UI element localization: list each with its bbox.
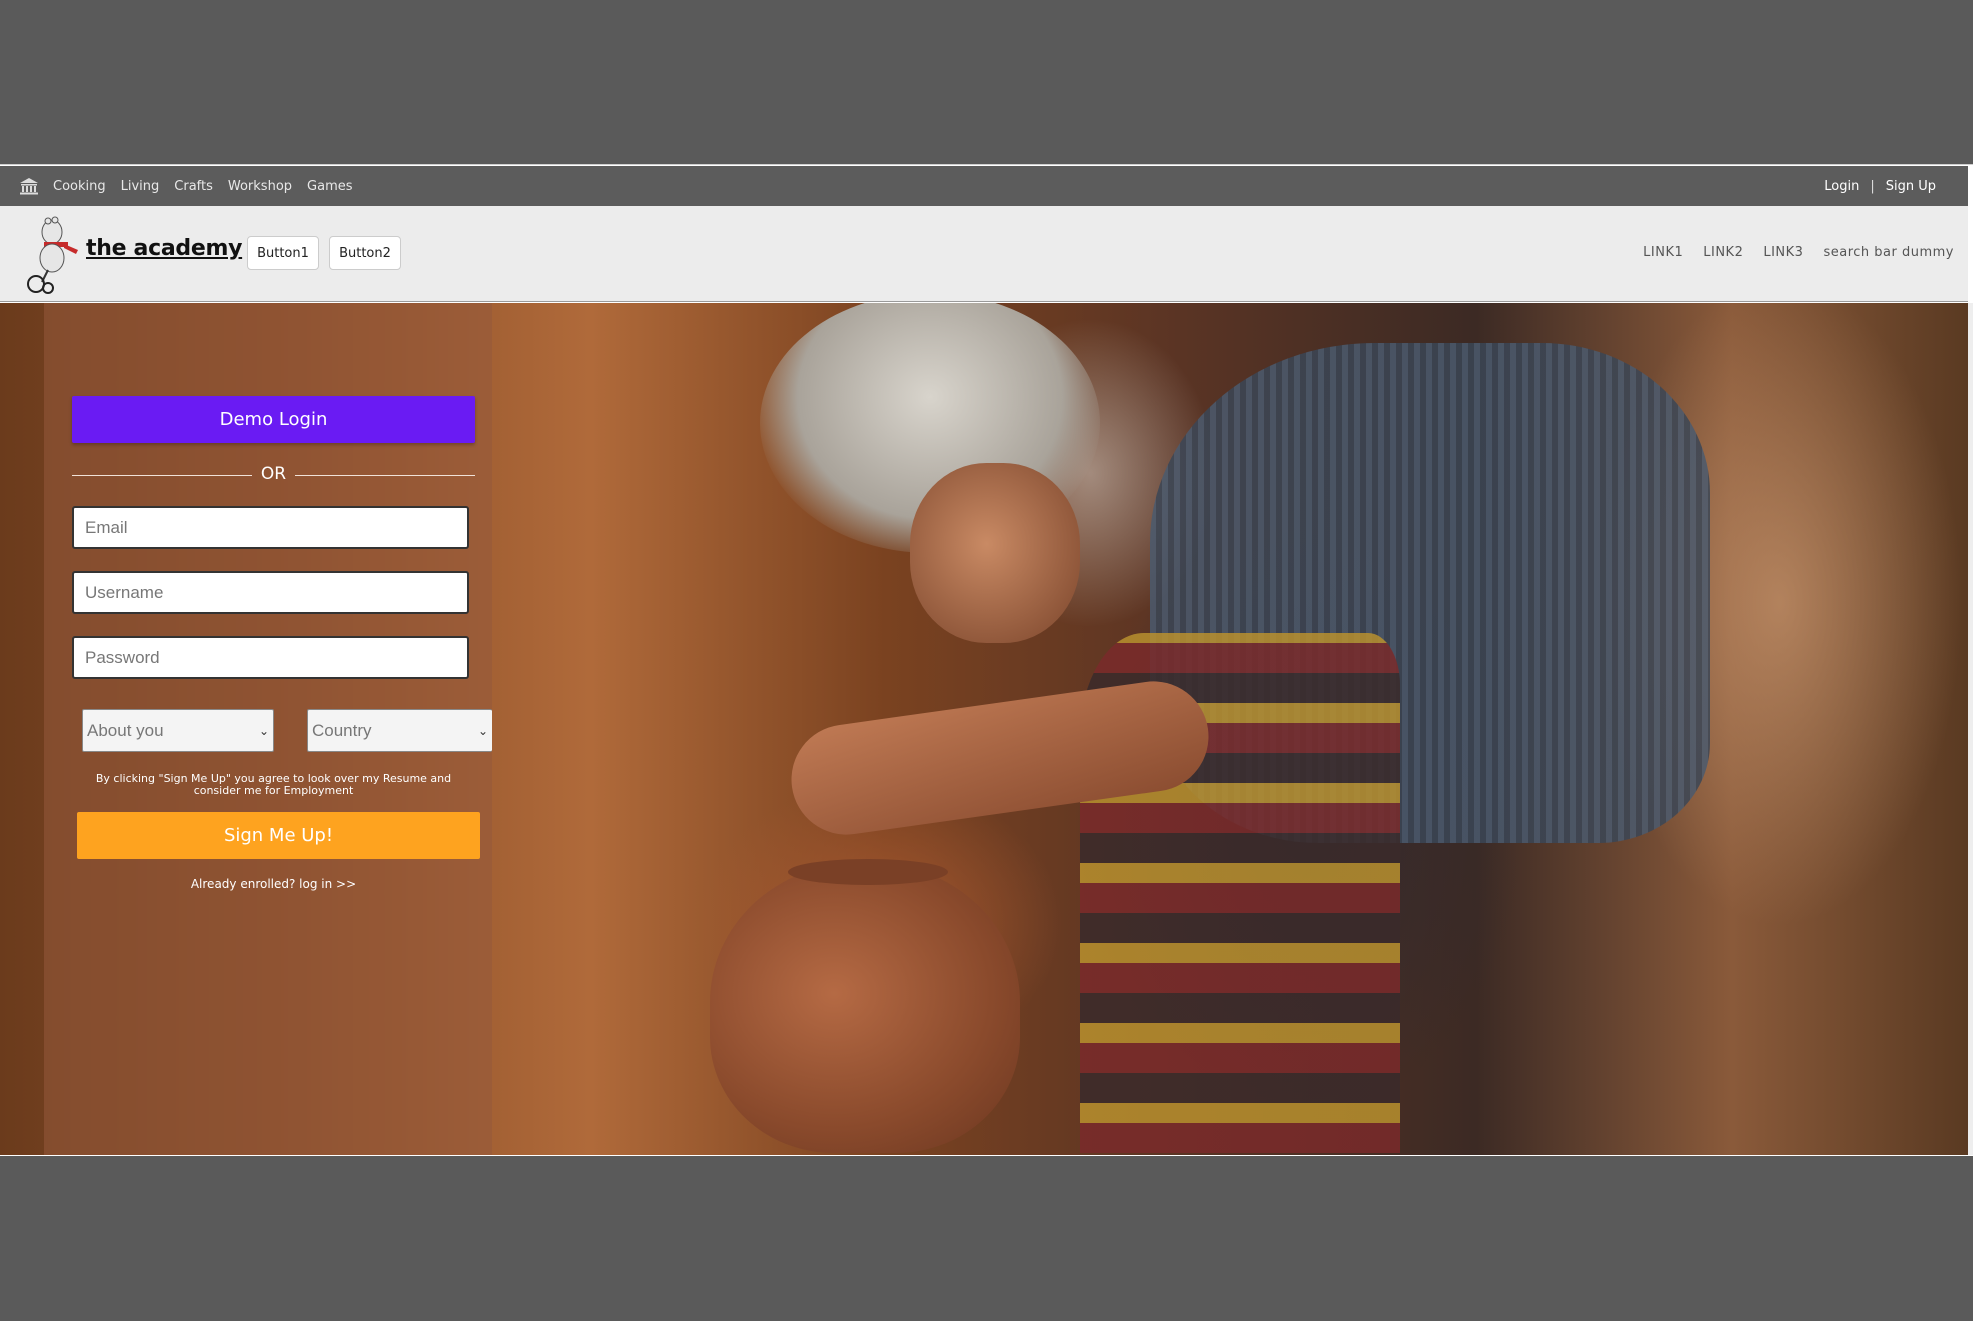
or-text: OR [260, 464, 287, 484]
museum-icon[interactable] [19, 176, 39, 196]
button1[interactable]: Button1 [247, 236, 319, 270]
link1[interactable]: LINK1 [1643, 245, 1683, 260]
search-bar-dummy[interactable]: search bar dummy [1823, 245, 1954, 260]
password-field[interactable] [72, 636, 469, 679]
site-brand[interactable]: the academy [86, 236, 242, 261]
already-enrolled-link[interactable]: Already enrolled? log in >> [72, 877, 475, 891]
hero-photo-face [910, 463, 1080, 643]
terms-text: By clicking "Sign Me Up" you agree to lo… [95, 772, 452, 797]
app-frame: Cooking Living Crafts Workshop Games Log… [0, 164, 1973, 1156]
login-link[interactable]: Login [1824, 179, 1859, 194]
auth-links: Login | Sign Up [1824, 179, 1936, 194]
or-line-right [295, 475, 475, 476]
or-divider: OR [72, 464, 475, 485]
hero-image: Demo Login OR About you ⌄ Country ⌄ By c… [0, 303, 1968, 1155]
about-you-value: About you [87, 720, 164, 740]
nav-link-workshop[interactable]: Workshop [228, 179, 292, 194]
link3[interactable]: LINK3 [1763, 245, 1803, 260]
site-header: the academy Button1 Button2 LINK1 LINK2 … [0, 206, 1968, 302]
nav-link-crafts[interactable]: Crafts [174, 179, 213, 194]
top-navigation: Cooking Living Crafts Workshop Games Log… [0, 166, 1968, 206]
nav-link-games[interactable]: Games [307, 179, 352, 194]
bear-unicycle-logo[interactable] [22, 214, 82, 296]
link2[interactable]: LINK2 [1703, 245, 1743, 260]
auth-separator: | [1870, 178, 1875, 194]
sign-me-up-button[interactable]: Sign Me Up! [77, 812, 480, 859]
hero-photo-pot-rim [788, 859, 948, 885]
header-links: LINK1 LINK2 LINK3 search bar dummy [1623, 245, 1954, 260]
chevron-down-icon: ⌄ [477, 723, 488, 738]
scrollbar[interactable] [1968, 303, 1973, 1155]
nav-link-cooking[interactable]: Cooking [53, 179, 106, 194]
nav-link-living[interactable]: Living [121, 179, 160, 194]
country-select[interactable]: Country ⌄ [307, 709, 492, 752]
signup-link[interactable]: Sign Up [1886, 179, 1936, 194]
username-field[interactable] [72, 571, 469, 614]
button2[interactable]: Button2 [329, 236, 401, 270]
demo-login-button[interactable]: Demo Login [72, 396, 475, 443]
hero-photo-pot [710, 863, 1020, 1153]
country-value: Country [312, 720, 372, 740]
chevron-down-icon: ⌄ [258, 723, 269, 738]
email-field[interactable] [72, 506, 469, 549]
about-you-select[interactable]: About you ⌄ [82, 709, 274, 752]
